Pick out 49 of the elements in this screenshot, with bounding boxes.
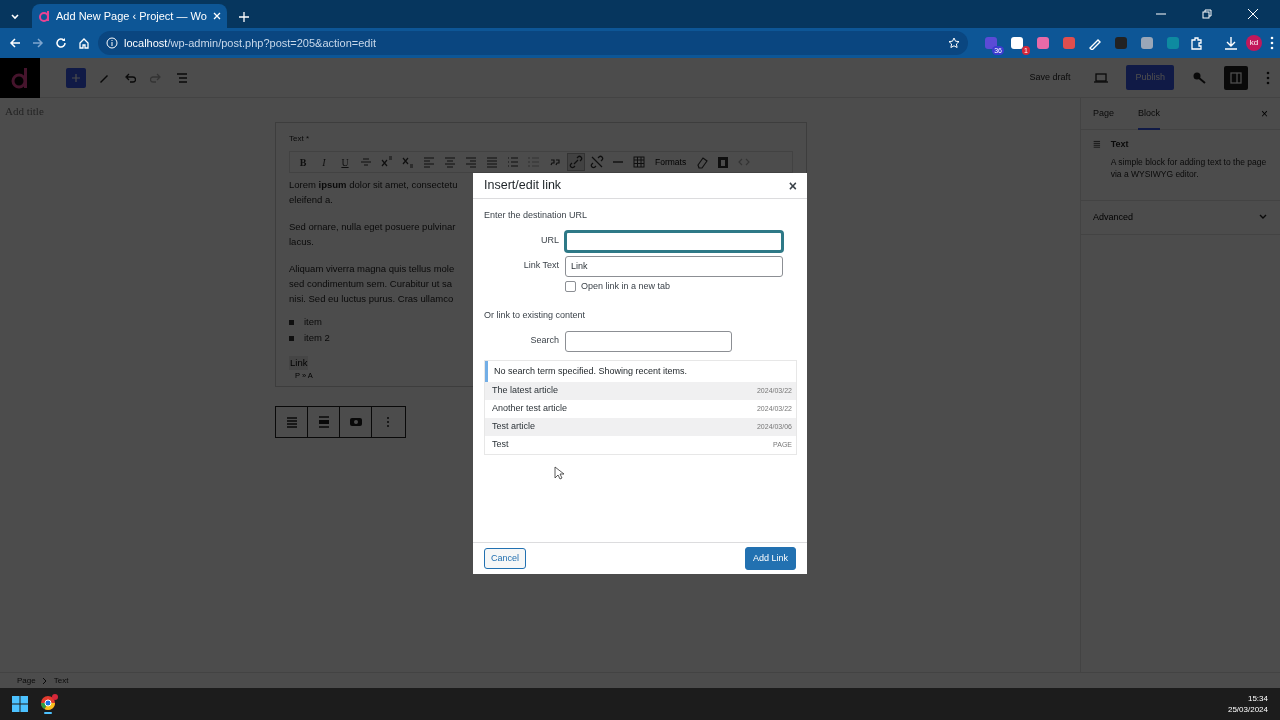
- paragraph-line: lacus.: [289, 235, 314, 249]
- link-text-field[interactable]: Link: [565, 255, 783, 277]
- download-icon[interactable]: [1224, 36, 1238, 50]
- puzzle-icon[interactable]: [1190, 36, 1204, 50]
- tab-title: Add New Page ‹ Project — Wo: [56, 8, 207, 24]
- profile-avatar[interactable]: kd: [1246, 35, 1262, 51]
- url-text: localhost/wp-admin/post.php?post=205&action=edit: [124, 35, 376, 51]
- star-icon[interactable]: [948, 37, 960, 49]
- search-field[interactable]: [565, 330, 732, 352]
- favicon-icon: [38, 10, 50, 22]
- checkbox[interactable]: [565, 280, 576, 292]
- field-label: Text *: [289, 133, 310, 145]
- browser-tab[interactable]: Add New Page ‹ Project — Wo: [32, 4, 227, 28]
- info-icon: [106, 37, 118, 49]
- close-button[interactable]: ×: [788, 178, 797, 193]
- field-label: Link Text: [522, 259, 559, 273]
- close-icon[interactable]: [212, 12, 221, 20]
- address-bar[interactable]: localhost/wp-admin/post.php?post=205&action=edit: [98, 31, 968, 55]
- restore-icon: [1202, 9, 1212, 19]
- extension-icon[interactable]: [1140, 36, 1154, 50]
- home-icon: [77, 37, 90, 49]
- paragraph-line: Sed ornare, nulla eget posuere pulvinar: [289, 220, 456, 234]
- add-link-button[interactable]: Add Link: [744, 546, 796, 571]
- clock-time[interactable]: 15:34: [1227, 693, 1268, 704]
- reload-icon: [54, 37, 67, 49]
- section-label: Or link to existing content: [484, 309, 587, 322]
- forward-icon: [31, 37, 44, 49]
- paragraph-line: Aliquam viverra magna quis tellus mole: [289, 262, 455, 276]
- extension-icon[interactable]: [1010, 36, 1024, 50]
- field-label: URL: [540, 234, 559, 248]
- section-label: Enter the destination URL: [484, 209, 589, 222]
- windows-icon[interactable]: [12, 696, 28, 712]
- chevron-icon: [10, 12, 20, 22]
- browser-icon[interactable]: [40, 694, 58, 714]
- checkbox-label[interactable]: Open link in a new tab: [581, 279, 671, 293]
- paragraph-line: Lorem ipsum dolor sit amet, consectetu: [289, 178, 458, 192]
- dialog-title: Insert/edit link: [484, 177, 562, 195]
- url-field[interactable]: [565, 230, 783, 252]
- kebab-menu-icon[interactable]: [1270, 36, 1274, 50]
- close-icon: [1248, 9, 1258, 19]
- paragraph-line: eleifend a.: [289, 193, 333, 207]
- plus-icon: [238, 12, 249, 22]
- block-name: Text: [1110, 138, 1130, 151]
- cursor-icon: [554, 466, 564, 480]
- cancel-button[interactable]: Cancel: [484, 547, 526, 570]
- back-icon: [8, 37, 21, 49]
- paragraph-line: nisi. Sed eu luctus purus. Cras ullamco: [289, 292, 454, 306]
- field-label: Search: [529, 334, 559, 348]
- clock-date[interactable]: 25/03/2024: [1227, 704, 1268, 715]
